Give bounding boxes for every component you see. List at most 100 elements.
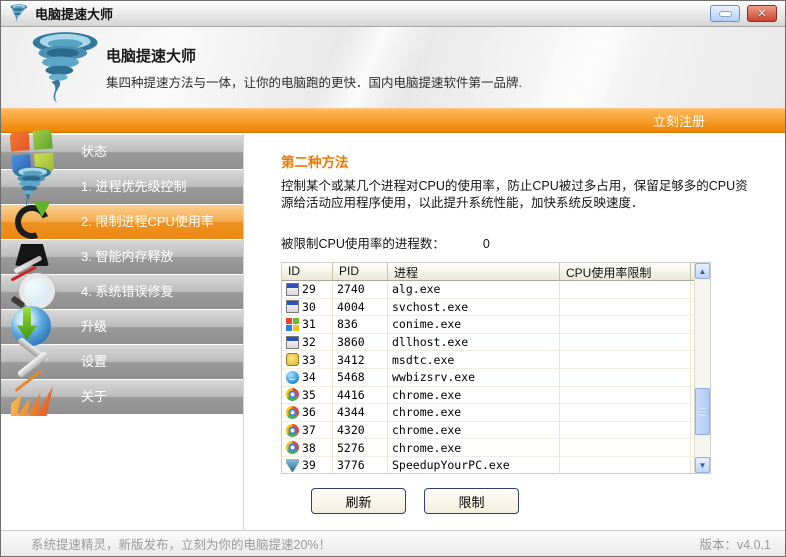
section-description: 控制某个或某几个进程对CPU的使用率，防止CPU被过多占用，保留足够多的CPU资… xyxy=(281,178,753,212)
table-row[interactable]: 323860dllhost.exe xyxy=(282,334,694,352)
table-row[interactable]: 29 2740alg.exe xyxy=(282,281,694,299)
register-link[interactable]: 立刻注册 xyxy=(653,111,705,130)
sidebar-item[interactable]: 关于 xyxy=(1,380,243,414)
chrome-icon xyxy=(286,424,299,437)
column-header[interactable]: PID xyxy=(333,263,388,281)
sidebar-item[interactable]: 3. 智能内存释放 xyxy=(1,240,243,274)
vertical-scrollbar[interactable]: ▲ ▼ xyxy=(694,263,710,473)
table-row[interactable]: 304004svchost.exe xyxy=(282,299,694,317)
table-row[interactable]: 393776SpeedupYourPC.exe xyxy=(282,457,694,473)
sidebar-item-label: 设置 xyxy=(81,345,107,379)
process-table: IDPID进程CPU使用率限制 29 2740alg.exe304004svcho… xyxy=(281,262,711,474)
table-cell: chrome.exe xyxy=(388,422,560,440)
scroll-up-button[interactable]: ▲ xyxy=(695,263,710,279)
app-window: 电脑提速大师 ✕ 电脑提速大师 集四种提速方法与一体，让你的电脑跑的更快．国内电… xyxy=(0,0,786,557)
table-row[interactable]: 38 5276chrome.exe xyxy=(282,439,694,457)
process-id: 29 xyxy=(302,282,316,296)
version-label: 版本：v4.0.1 xyxy=(699,534,771,553)
app-tagline: 集四种提速方法与一体，让你的电脑跑的更快．国内电脑提速软件第一品牌. xyxy=(106,72,522,91)
table-cell xyxy=(560,439,691,457)
title-bar: 电脑提速大师 ✕ xyxy=(1,1,785,27)
table-cell: 5276 xyxy=(333,439,388,457)
table-cell: 836 xyxy=(333,316,388,334)
table-cell: 5468 xyxy=(333,369,388,387)
sidebar-item[interactable]: 升级 xyxy=(1,310,243,344)
table-cell: 3412 xyxy=(333,351,388,369)
sidebar: 状态1. 进程优先级控制2. 限制进程CPU使用率3. 智能内存释放4. 系统错… xyxy=(1,134,244,530)
table-cell: 4344 xyxy=(333,404,388,422)
table-row[interactable]: 35 4416chrome.exe xyxy=(282,387,694,405)
scroll-down-button[interactable]: ▼ xyxy=(695,457,710,473)
table-cell xyxy=(560,351,691,369)
minimize-icon xyxy=(719,11,732,17)
status-message: 系统提速精灵，新版发布，立刻为你的电脑提速20%！ xyxy=(31,534,331,553)
process-id: 35 xyxy=(302,388,316,402)
process-id: 38 xyxy=(302,441,316,455)
sidebar-item-label: 1. 进程优先级控制 xyxy=(81,170,186,204)
scrollbar-thumb[interactable] xyxy=(695,388,710,435)
table-row[interactable]: 364344chrome.exe xyxy=(282,404,694,422)
chrome-icon xyxy=(286,388,299,401)
refresh-button[interactable]: 刷新 xyxy=(311,488,406,514)
close-button[interactable]: ✕ xyxy=(747,5,777,22)
sidebar-item[interactable]: 2. 限制进程CPU使用率 xyxy=(1,205,243,239)
table-cell xyxy=(560,334,691,352)
table-cell xyxy=(560,281,691,299)
table-cell: 32 xyxy=(282,334,333,352)
sidebar-item[interactable]: 4. 系统错误修复 xyxy=(1,275,243,309)
sidebar-item[interactable]: 1. 进程优先级控制 xyxy=(1,170,243,204)
table-cell: chrome.exe xyxy=(388,404,560,422)
windows-flag-icon xyxy=(286,318,299,331)
table-cell: alg.exe xyxy=(388,281,560,299)
table-cell: 31 xyxy=(282,316,333,334)
table-cell: svchost.exe xyxy=(388,299,560,317)
table-cell xyxy=(560,404,691,422)
table-body: 29 2740alg.exe304004svchost.exe31 836conim… xyxy=(282,281,694,473)
table-cell xyxy=(560,387,691,405)
sidebar-item-label: 升级 xyxy=(81,310,107,344)
app-name: 电脑提速大师 xyxy=(106,45,522,66)
status-bar: 系统提速精灵，新版发布，立刻为你的电脑提速20%！ 版本：v4.0.1 xyxy=(1,530,785,556)
limit-button[interactable]: 限制 xyxy=(424,488,519,514)
minimize-button[interactable] xyxy=(710,5,740,22)
main-area: 状态1. 进程优先级控制2. 限制进程CPU使用率3. 智能内存释放4. 系统错… xyxy=(1,134,785,530)
button-row: 刷新 限制 xyxy=(281,488,785,514)
process-id: 31 xyxy=(302,317,316,331)
sidebar-item[interactable]: 设置 xyxy=(1,345,243,379)
table-row[interactable]: 345468wwbizsrv.exe xyxy=(282,369,694,387)
table-cell: conime.exe xyxy=(388,316,560,334)
table-cell: 38 xyxy=(282,439,333,457)
table-cell: chrome.exe xyxy=(388,387,560,405)
table-cell: 4416 xyxy=(333,387,388,405)
table-header: IDPID进程CPU使用率限制 xyxy=(282,263,694,281)
table-cell: 36 xyxy=(282,404,333,422)
table-cell xyxy=(560,299,691,317)
gear-icon xyxy=(286,353,299,366)
scrollbar-track[interactable] xyxy=(695,279,710,457)
table-cell: 29 xyxy=(282,281,333,299)
column-header[interactable]: 进程 xyxy=(388,263,560,281)
process-id: 30 xyxy=(302,300,316,314)
column-header[interactable]: CPU使用率限制 xyxy=(560,263,691,281)
window-title: 电脑提速大师 xyxy=(35,4,113,23)
table-cell xyxy=(560,422,691,440)
table-cell: 30 xyxy=(282,299,333,317)
table-row[interactable]: 37 4320chrome.exe xyxy=(282,422,694,440)
table-cell: SpeedupYourPC.exe xyxy=(388,457,560,473)
sidebar-item[interactable]: 状态 xyxy=(1,135,243,169)
table-cell: 34 xyxy=(282,369,333,387)
table-cell: wwbizsrv.exe xyxy=(388,369,560,387)
tornado-icon xyxy=(286,459,299,472)
table-row[interactable]: 333412msdtc.exe xyxy=(282,351,694,369)
window-icon xyxy=(286,283,299,296)
process-id: 37 xyxy=(302,423,316,437)
table-cell: chrome.exe xyxy=(388,439,560,457)
table-cell: 2740 xyxy=(333,281,388,299)
section-title: 第二种方法 xyxy=(281,151,785,171)
app-header: 电脑提速大师 集四种提速方法与一体，让你的电脑跑的更快．国内电脑提速软件第一品牌… xyxy=(1,27,785,108)
table-cell: 35 xyxy=(282,387,333,405)
table-cell: msdtc.exe xyxy=(388,351,560,369)
table-row[interactable]: 31 836conime.exe xyxy=(282,316,694,334)
column-header[interactable]: ID xyxy=(282,263,333,281)
table-cell: 4320 xyxy=(333,422,388,440)
